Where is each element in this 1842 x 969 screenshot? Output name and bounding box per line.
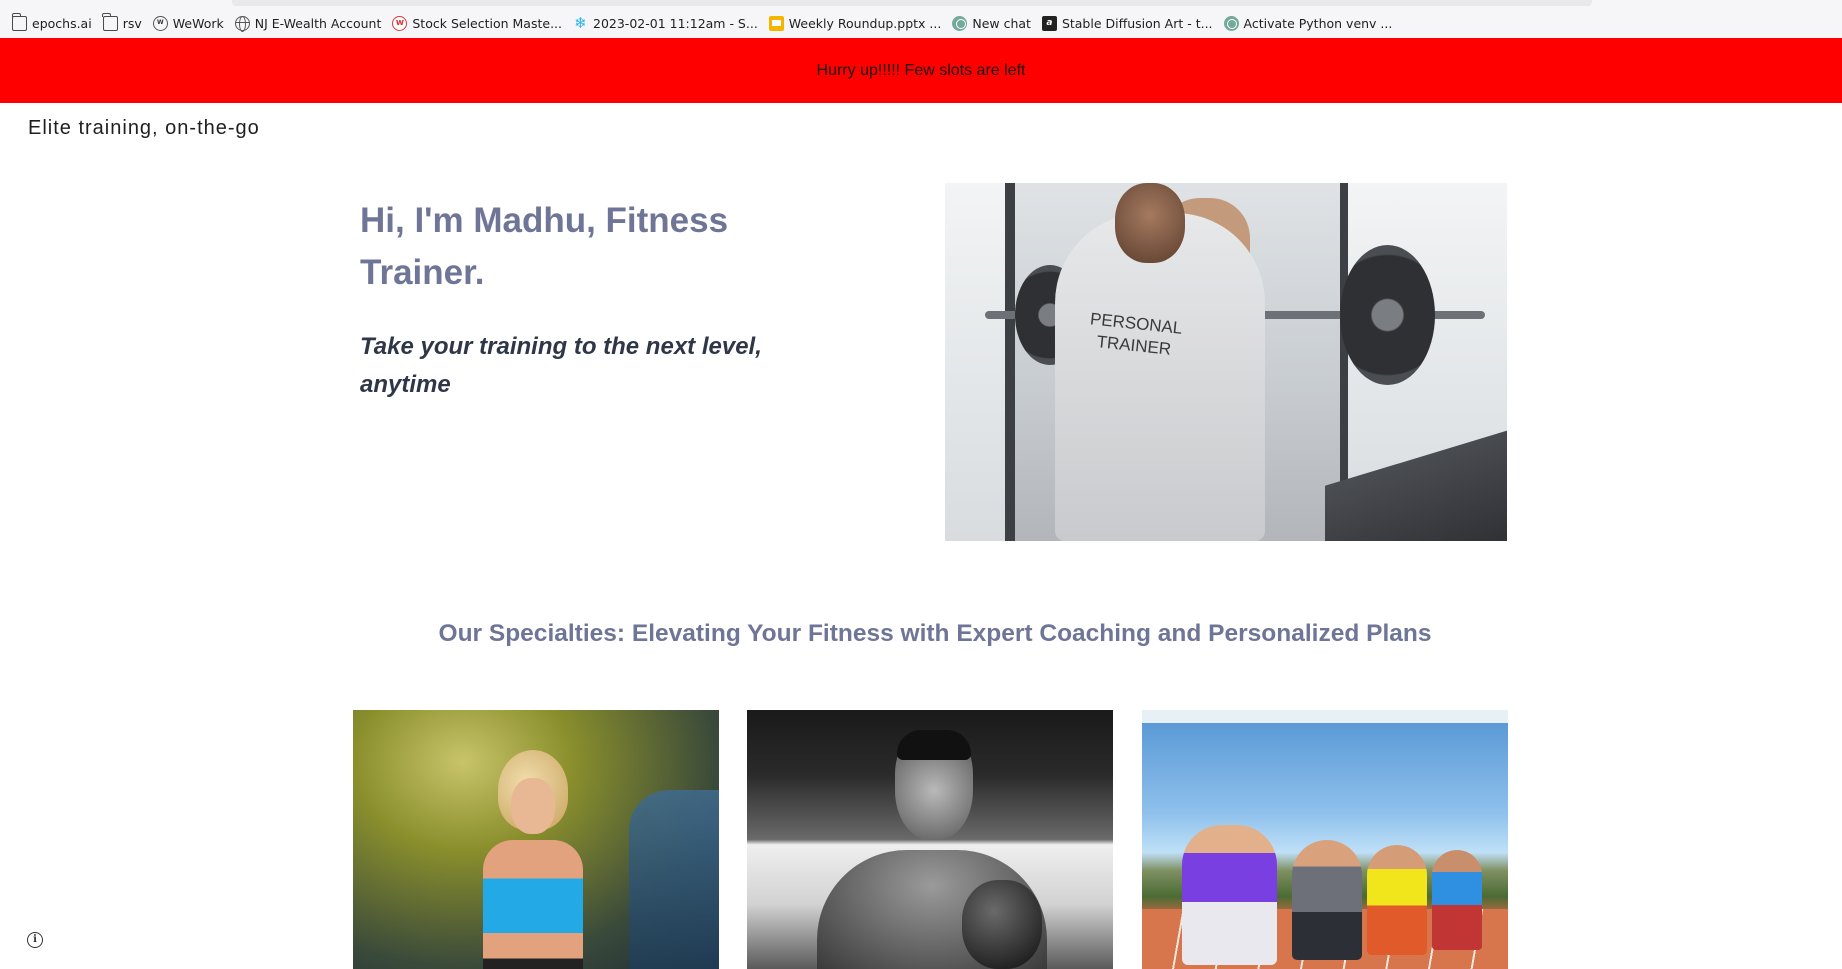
promo-banner-text: Hurry up!!!!! Few slots are left (816, 61, 1026, 79)
bookmark-label: Stable Diffusion Art - t... (1061, 15, 1213, 31)
bookmarks-bar: epochs.ai rsv W WeWork NJ E-Wealth Accou… (0, 0, 1842, 38)
runner-face (511, 778, 555, 834)
browser-toolbar-edge (232, 0, 1592, 6)
trainer-head (1115, 183, 1185, 263)
bookmark-new-chat[interactable]: New chat (952, 11, 1031, 35)
bookmark-label: WeWork (172, 15, 224, 31)
bookmark-rsv[interactable]: rsv (102, 11, 142, 35)
hero-subheading: Take your training to the next level, an… (360, 333, 762, 398)
site-info-icon[interactable]: i (27, 932, 43, 948)
boxing-glove (962, 880, 1042, 969)
bookmark-epochs[interactable]: epochs.ai (11, 11, 92, 35)
bookmark-stock-selection[interactable]: w Stock Selection Maste... (392, 11, 562, 35)
snowflake-icon: ❄ (574, 13, 587, 32)
wework-icon: W (152, 15, 168, 31)
bookmark-stable-diffusion[interactable]: a Stable Diffusion Art - t... (1041, 11, 1213, 35)
runner-figure (463, 750, 603, 969)
kid-figure (1182, 825, 1277, 965)
bookmark-nj-ewealth[interactable]: NJ E-Wealth Account (234, 11, 382, 35)
globe-icon (234, 15, 250, 32)
kid-figure (1292, 840, 1362, 960)
weight-plate (1340, 245, 1435, 385)
gym-window (945, 183, 1005, 541)
slides-icon (768, 15, 784, 31)
bookmark-snowflake[interactable]: ❄ 2023-02-01 11:12am - S... (573, 11, 758, 35)
bookmark-wework[interactable]: W WeWork (152, 11, 224, 35)
bookmark-label: New chat (972, 15, 1031, 31)
kid-figure (1367, 845, 1427, 955)
chatgpt-icon (1223, 15, 1239, 31)
hero-heading: Hi, I'm Madhu, Fitness Trainer. (360, 201, 729, 292)
bookmark-label: Activate Python venv ... (1243, 15, 1393, 31)
stable-diffusion-icon: a (1041, 15, 1057, 31)
folder-icon (11, 12, 27, 31)
bookmark-label: epochs.ai (32, 15, 92, 31)
promo-banner: Hurry up!!!!! Few slots are left (0, 38, 1842, 103)
window-frame (1005, 183, 1015, 541)
boxer-hair (897, 730, 971, 760)
bookmark-label: NJ E-Wealth Account (254, 15, 382, 31)
stock-selection-icon: w (392, 15, 408, 31)
site-title[interactable]: Elite training, on-the-go (28, 117, 260, 140)
hero-image-personal-trainer: PERSONAL TRAINER (945, 183, 1507, 541)
chatgpt-icon (952, 15, 968, 31)
bookmark-weekly-roundup[interactable]: Weekly Roundup.pptx ... (768, 11, 942, 35)
kid-figure (1432, 850, 1482, 950)
bookmark-label: 2023-02-01 11:12am - S... (593, 15, 758, 31)
bookmark-label: Weekly Roundup.pptx ... (788, 15, 942, 31)
bookmark-python-venv[interactable]: Activate Python venv ... (1223, 11, 1393, 35)
specialty-card-running (353, 710, 719, 969)
background-cars (629, 790, 719, 969)
runner-torso (483, 840, 583, 969)
boxer-figure (817, 730, 1047, 969)
specialty-card-boxing (747, 710, 1113, 969)
specialties-heading: Our Specialties: Elevating Your Fitness … (438, 620, 1432, 647)
specialty-card-kids-sprint (1142, 710, 1508, 969)
bookmark-label: Stock Selection Maste... (412, 15, 562, 31)
folder-icon (102, 12, 118, 31)
bookmark-label: rsv (122, 15, 142, 31)
